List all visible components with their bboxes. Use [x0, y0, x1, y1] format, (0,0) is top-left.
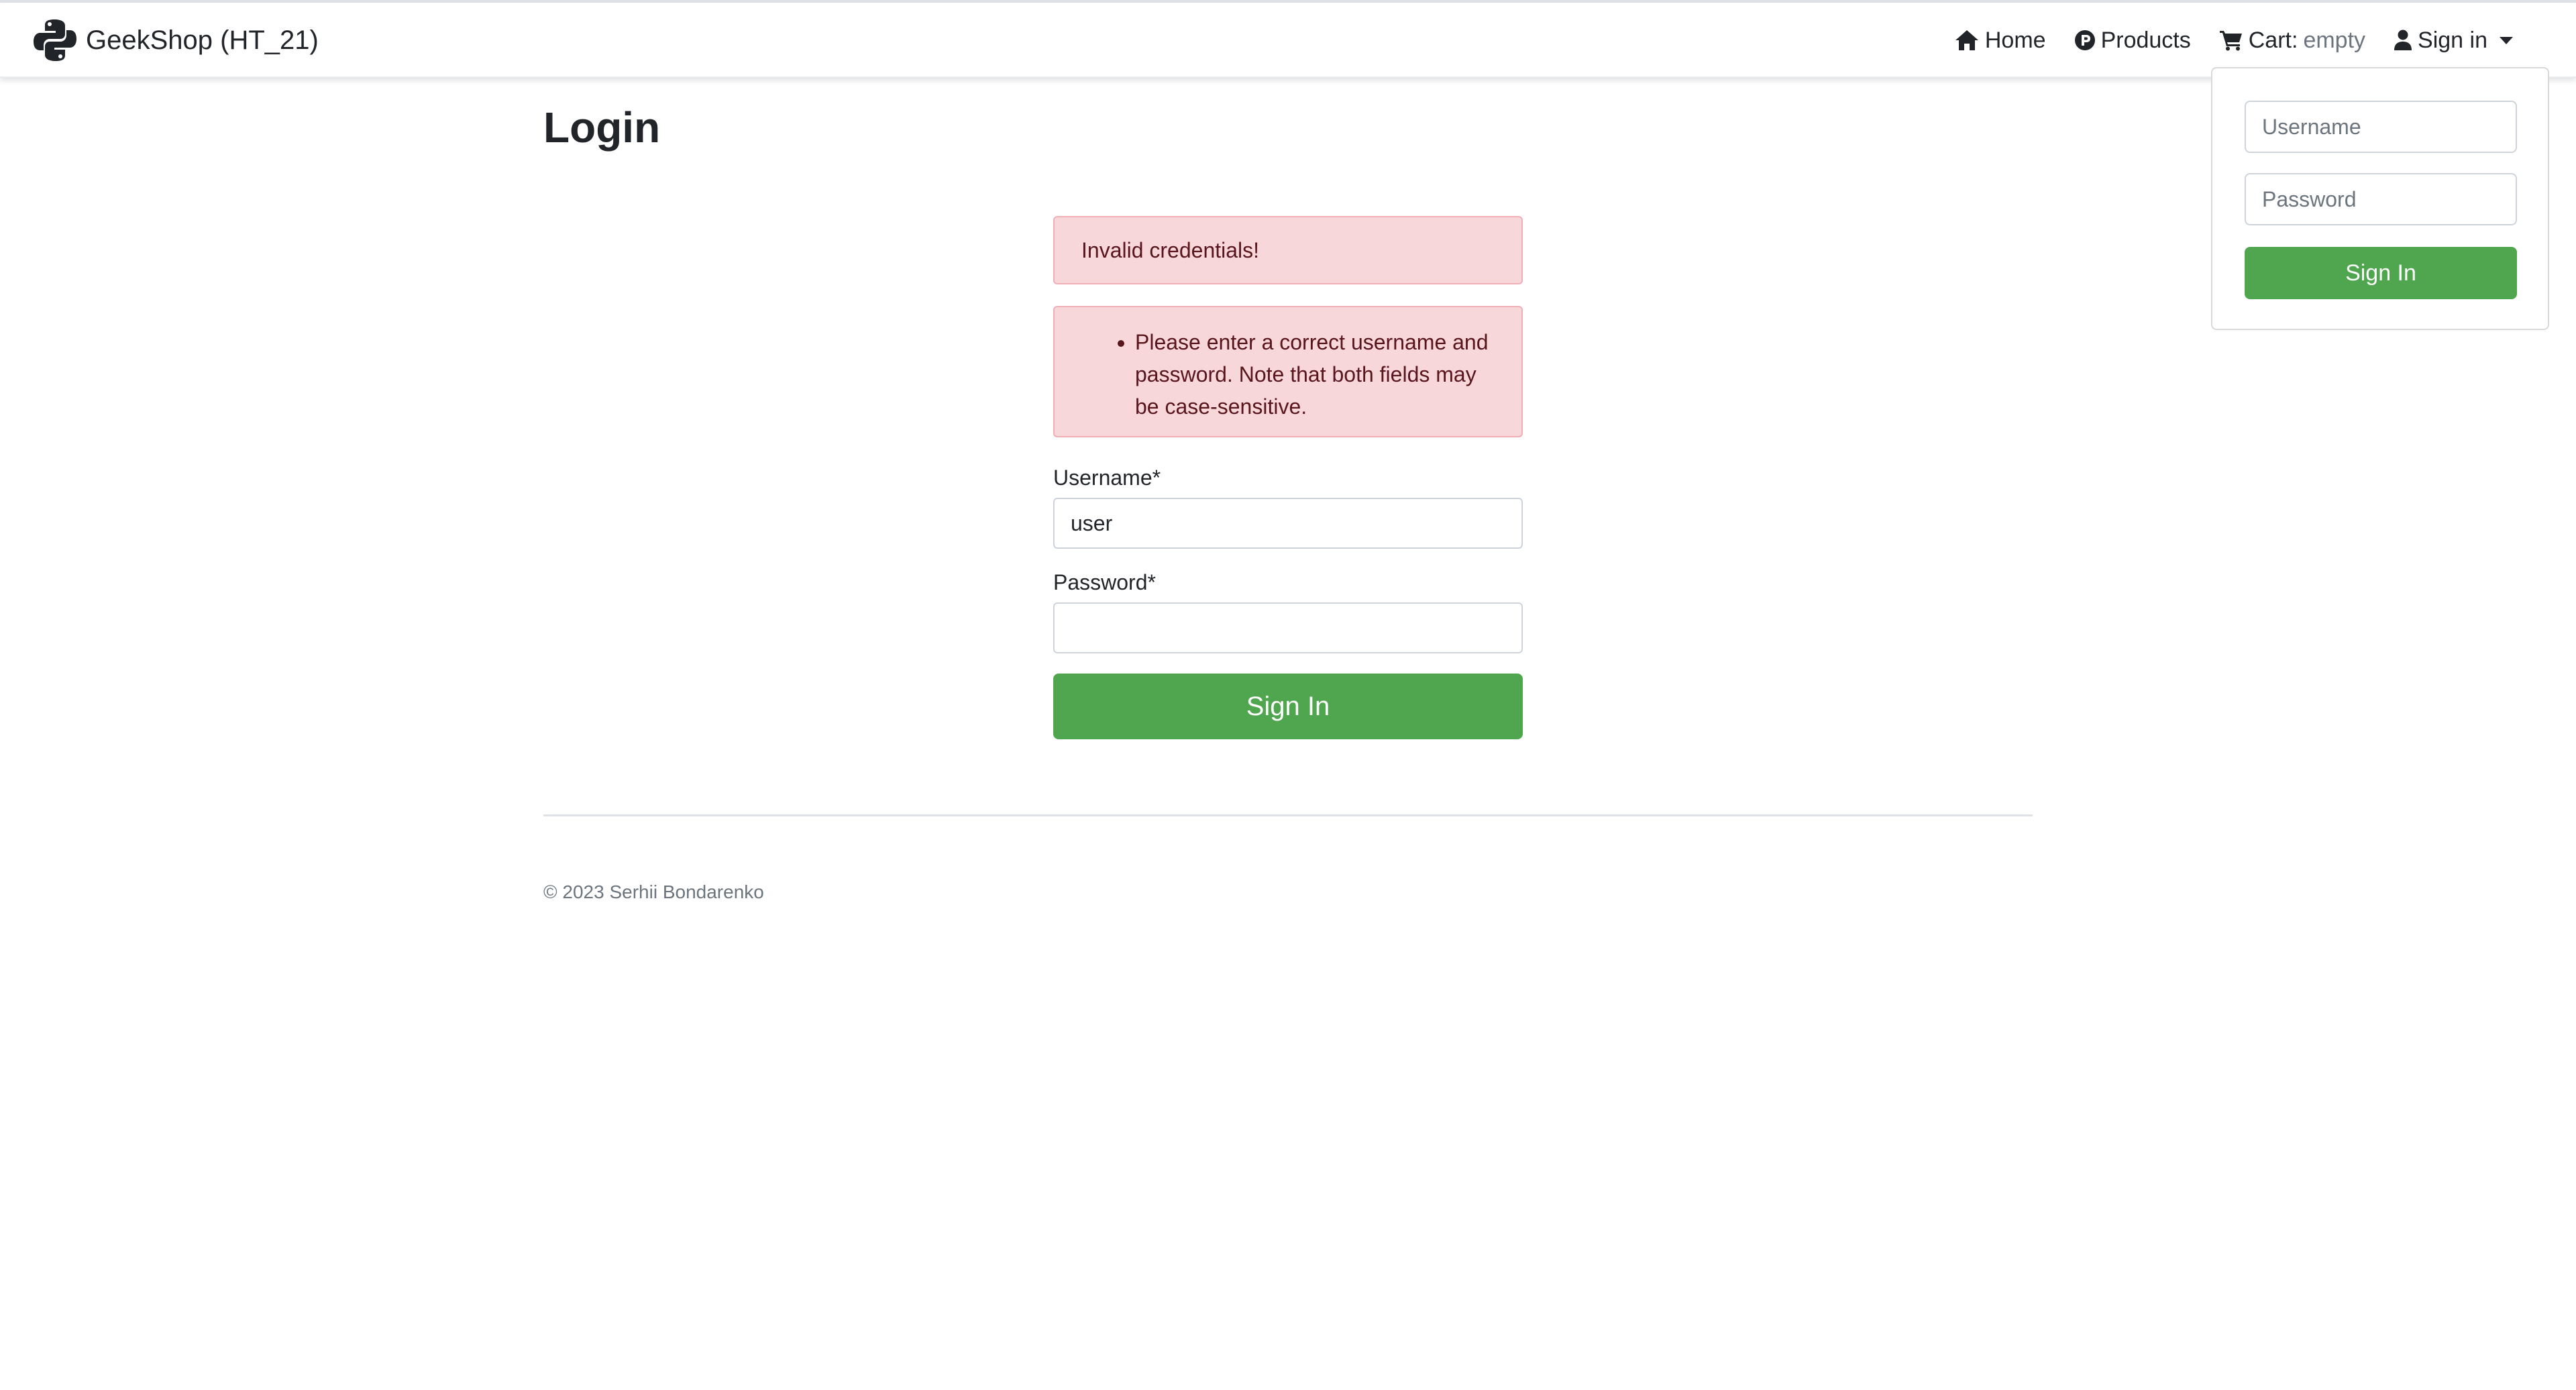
nav-products-label: Products	[2100, 27, 2191, 53]
python-logo-icon	[34, 19, 76, 61]
form-errors: Please enter a correct username and pass…	[1053, 306, 1523, 437]
chevron-down-icon	[2500, 36, 2513, 44]
password-input[interactable]	[1053, 602, 1523, 653]
home-icon	[1955, 30, 1978, 50]
nav-cart-link[interactable]: Cart: empty	[2219, 28, 2365, 54]
nav-signin-toggle[interactable]: Sign in	[2394, 28, 2513, 54]
alert-message-text: Invalid credentials!	[1081, 237, 1260, 262]
nav-cart-label: Cart:	[2248, 27, 2298, 53]
username-label: Username*	[1053, 466, 1161, 490]
user-icon	[2394, 30, 2412, 50]
dropdown-signin-button[interactable]: Sign In	[2245, 247, 2517, 299]
cart-status: empty	[2303, 27, 2366, 53]
brand-title: GeekShop (HT_21)	[86, 25, 319, 55]
page-title: Login	[543, 103, 661, 152]
signin-submit-button[interactable]: Sign In	[1053, 674, 1523, 739]
brand-link[interactable]: GeekShop (HT_21)	[31, 15, 319, 66]
nav-home-label: Home	[1984, 27, 2046, 53]
navbar: GeekShop (HT_21) Home Products Cart: emp…	[0, 3, 2576, 78]
footer-divider	[543, 814, 2033, 816]
nav-products-link[interactable]: Products	[2074, 28, 2191, 54]
dropdown-password-input[interactable]	[2245, 173, 2517, 225]
alert-message: Invalid credentials!	[1053, 216, 1523, 284]
signin-dropdown: Sign In	[2211, 67, 2549, 330]
cart-icon	[2219, 31, 2242, 51]
nav-links: Home Products Cart: empty Sign in	[1954, 15, 2513, 66]
footer-copyright: © 2023 Serhii Bondarenko	[543, 881, 764, 902]
nav-home-link[interactable]: Home	[1954, 28, 2046, 54]
products-p-icon	[2074, 30, 2095, 50]
error-item: Please enter a correct username and pass…	[1135, 326, 1495, 423]
login-form: Invalid credentials! Please enter a corr…	[1053, 216, 1523, 739]
error-list: Please enter a correct username and pass…	[1081, 326, 1495, 423]
password-label: Password*	[1053, 570, 1156, 594]
nav-signin-label: Sign in	[2418, 27, 2487, 53]
dropdown-username-input[interactable]	[2245, 101, 2517, 153]
username-input[interactable]	[1053, 498, 1523, 549]
